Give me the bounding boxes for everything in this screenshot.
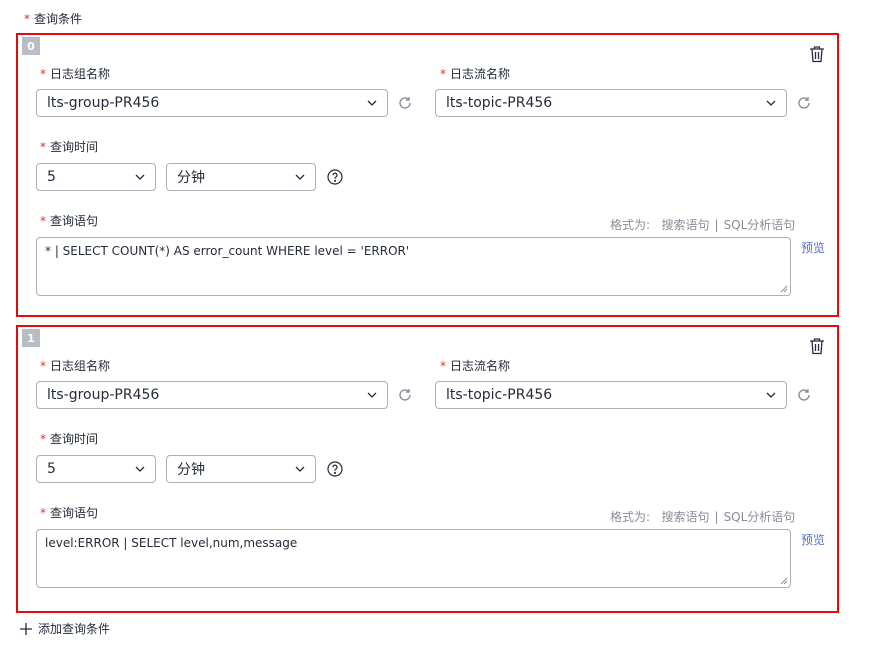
section-label-text: 查询条件 <box>34 12 83 26</box>
required-mark: * <box>40 358 46 373</box>
plus-icon <box>20 622 32 635</box>
query-time-label-text: 查询时间 <box>50 432 99 446</box>
log-group-select[interactable]: lts-group-PR456 <box>36 381 388 409</box>
query-stmt-value: level:ERROR | SELECT level,num,message <box>45 536 298 550</box>
query-stmt-label-text: 查询语句 <box>50 506 99 520</box>
required-mark: * <box>40 431 46 446</box>
query-time-unit: 分钟 <box>177 170 205 186</box>
chevron-down-icon <box>295 174 305 180</box>
refresh-icon[interactable] <box>398 388 412 402</box>
format-separator: | <box>714 218 719 232</box>
trash-icon[interactable] <box>809 337 825 355</box>
add-condition-label: 添加查询条件 <box>38 622 111 636</box>
section-label: * 查询条件 <box>24 10 82 27</box>
help-icon[interactable] <box>327 169 343 185</box>
condition-index-badge: 0 <box>22 37 40 55</box>
query-stmt-label-text: 查询语句 <box>50 214 99 228</box>
query-stmt-label: * 查询语句 <box>40 504 98 521</box>
chevron-down-icon <box>135 466 145 472</box>
chevron-down-icon <box>367 100 377 106</box>
query-time-label: * 查询时间 <box>40 430 98 447</box>
required-mark: * <box>40 213 46 228</box>
chevron-down-icon <box>135 174 145 180</box>
preview-link[interactable]: 预览 <box>801 239 825 256</box>
log-stream-label-text: 日志流名称 <box>450 67 511 81</box>
query-stmt-textarea[interactable]: level:ERROR | SELECT level,num,message <box>36 529 791 588</box>
log-stream-value: lts-topic-PR456 <box>446 95 553 111</box>
query-condition-card: 1 * 日志组名称 lts-group-PR456 * 日志流名称 lts-topi… <box>16 325 839 613</box>
format-prefix: 格式为: <box>610 218 651 232</box>
log-group-value: lts-group-PR456 <box>47 95 160 111</box>
resize-grip-icon[interactable] <box>780 577 788 585</box>
format-search: 搜索语句 <box>661 218 710 232</box>
log-group-label-text: 日志组名称 <box>50 67 111 81</box>
required-mark: * <box>40 139 46 154</box>
format-hint: 格式为: 搜索语句 | SQL分析语句 <box>610 216 795 233</box>
log-stream-value: lts-topic-PR456 <box>446 387 553 403</box>
format-sql: SQL分析语句 <box>723 218 796 232</box>
query-time-unit: 分钟 <box>177 462 205 478</box>
required-mark: * <box>440 66 446 81</box>
add-condition-button[interactable]: 添加查询条件 <box>20 620 110 637</box>
format-prefix: 格式为: <box>610 510 651 524</box>
query-time-unit-select[interactable]: 分钟 <box>166 163 316 191</box>
query-stmt-textarea[interactable]: * | SELECT COUNT(*) AS error_count WHERE… <box>36 237 791 296</box>
refresh-icon[interactable] <box>797 96 811 110</box>
trash-icon[interactable] <box>809 45 825 63</box>
resize-grip-icon[interactable] <box>780 285 788 293</box>
refresh-icon[interactable] <box>797 388 811 402</box>
query-stmt-label: * 查询语句 <box>40 212 98 229</box>
help-icon[interactable] <box>327 461 343 477</box>
log-group-label: * 日志组名称 <box>40 65 110 82</box>
query-time-unit-select[interactable]: 分钟 <box>166 455 316 483</box>
log-stream-label: * 日志流名称 <box>440 357 510 374</box>
query-condition-card: 0 * 日志组名称 lts-group-PR456 * 日志流名称 lts-topi… <box>16 33 839 317</box>
format-hint: 格式为: 搜索语句 | SQL分析语句 <box>610 508 795 525</box>
refresh-icon[interactable] <box>398 96 412 110</box>
format-separator: | <box>714 510 719 524</box>
required-mark: * <box>40 505 46 520</box>
log-stream-label-text: 日志流名称 <box>450 359 511 373</box>
query-time-value: 5 <box>47 461 56 477</box>
query-time-label-text: 查询时间 <box>50 140 99 154</box>
chevron-down-icon <box>367 392 377 398</box>
query-stmt-value: * | SELECT COUNT(*) AS error_count WHERE… <box>45 244 410 258</box>
required-mark: * <box>24 12 30 26</box>
chevron-down-icon <box>295 466 305 472</box>
log-stream-select[interactable]: lts-topic-PR456 <box>435 89 787 117</box>
chevron-down-icon <box>766 100 776 106</box>
log-group-label-text: 日志组名称 <box>50 359 111 373</box>
log-group-value: lts-group-PR456 <box>47 387 160 403</box>
format-sql: SQL分析语句 <box>723 510 796 524</box>
condition-index-badge: 1 <box>22 329 40 347</box>
query-time-label: * 查询时间 <box>40 138 98 155</box>
query-time-value-select[interactable]: 5 <box>36 163 156 191</box>
query-time-value-select[interactable]: 5 <box>36 455 156 483</box>
required-mark: * <box>440 358 446 373</box>
format-search: 搜索语句 <box>661 510 710 524</box>
required-mark: * <box>40 66 46 81</box>
log-stream-label: * 日志流名称 <box>440 65 510 82</box>
preview-link[interactable]: 预览 <box>801 531 825 548</box>
log-stream-select[interactable]: lts-topic-PR456 <box>435 381 787 409</box>
log-group-label: * 日志组名称 <box>40 357 110 374</box>
query-time-value: 5 <box>47 169 56 185</box>
log-group-select[interactable]: lts-group-PR456 <box>36 89 388 117</box>
chevron-down-icon <box>766 392 776 398</box>
